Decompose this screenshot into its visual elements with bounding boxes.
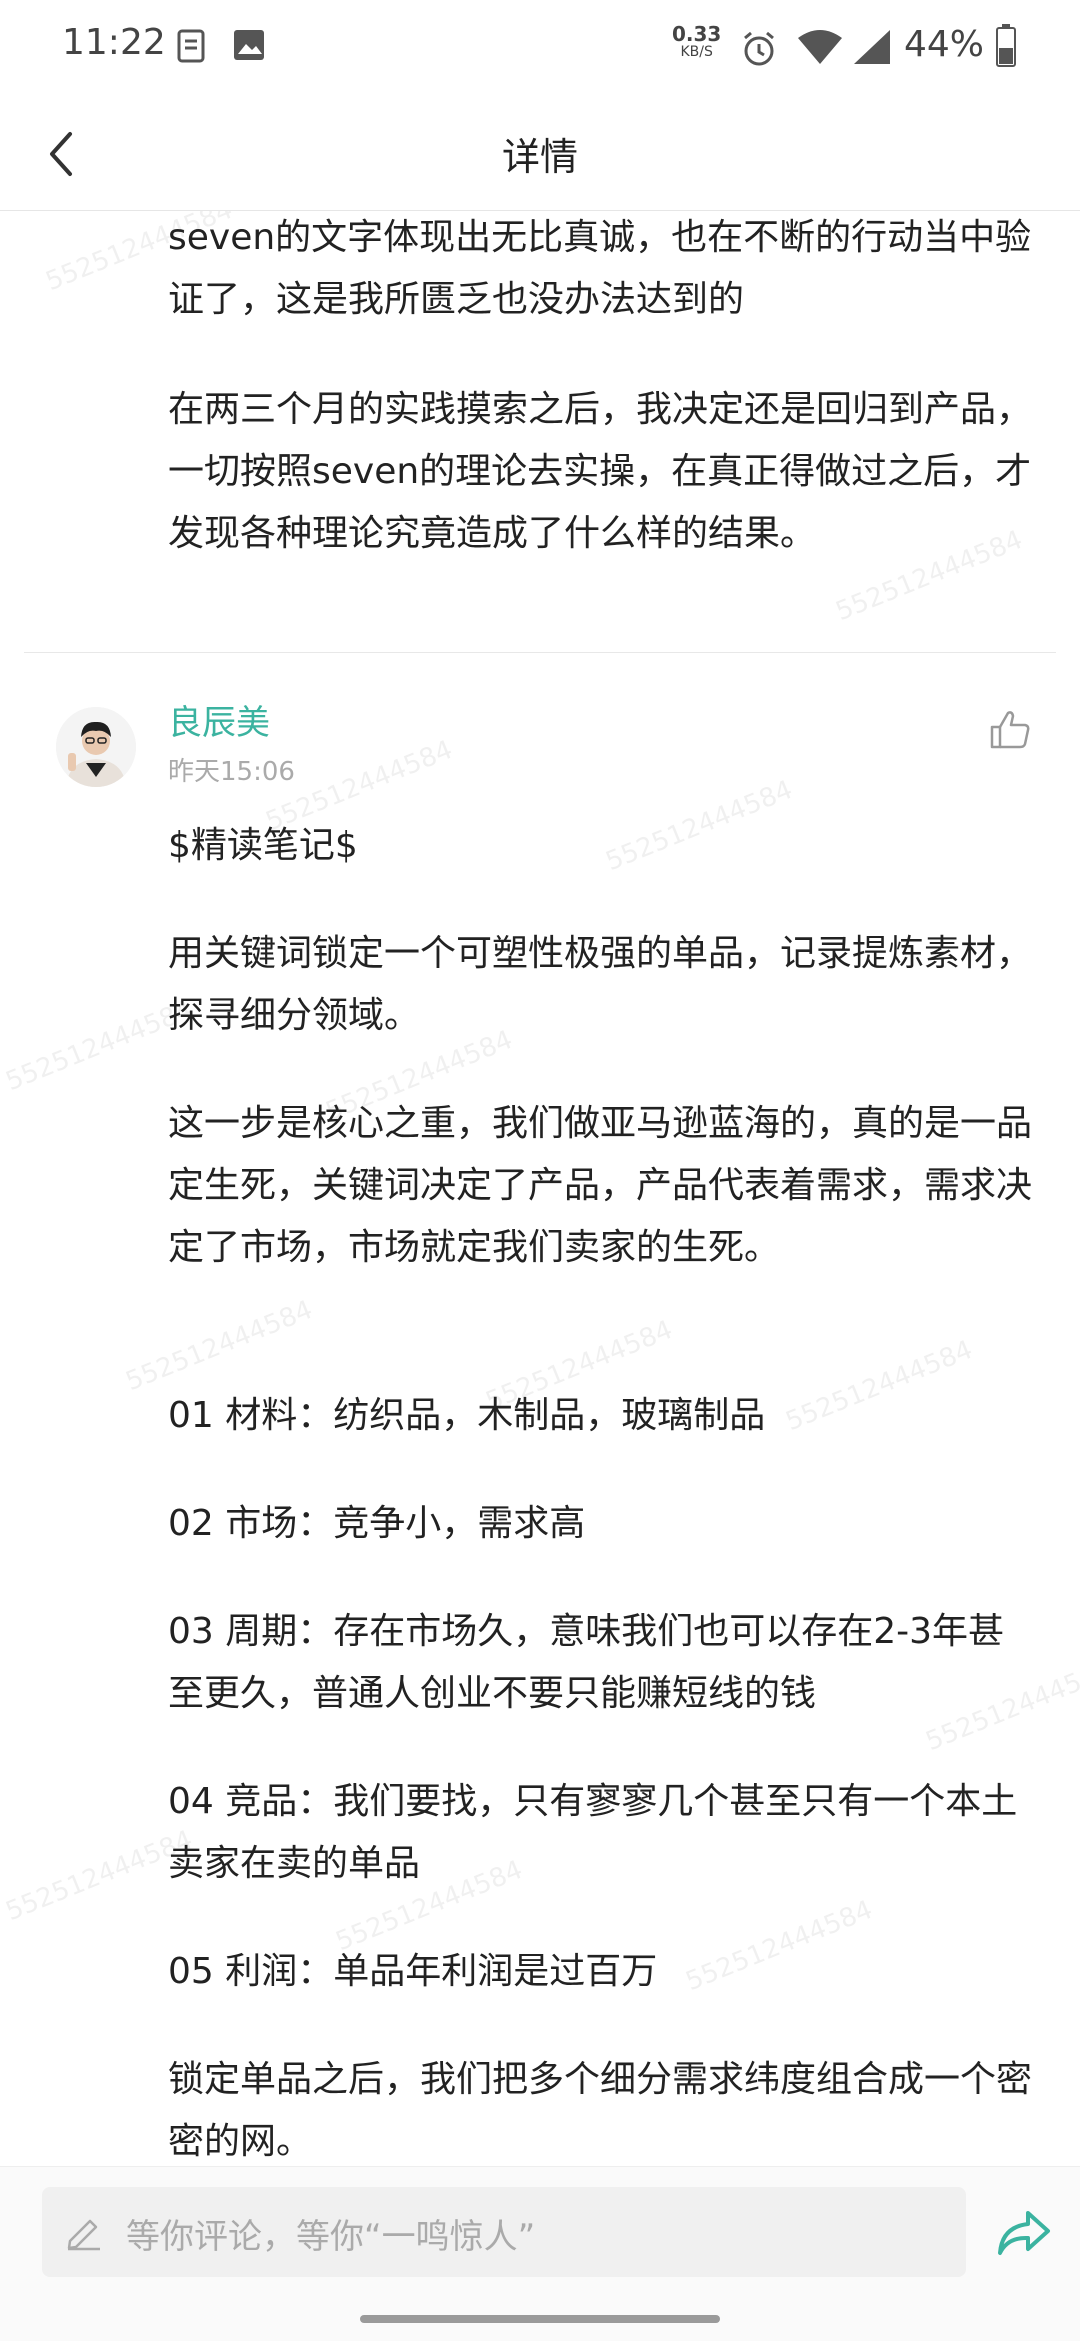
status-bar: 11:22 0.33 KB/S 44% [0,0,1080,96]
alarm-icon [744,31,774,66]
bottom-bar: 等你评论，等你“一鸣惊人” [0,2166,1080,2341]
speed-value: 0.33 [672,22,722,46]
comment-paragraph: 用关键词锁定一个可塑性极强的单品，记录提炼素材，探寻细分领域。 [168,933,1033,1036]
comment-paragraph: 04 竞品：我们要找，只有寥寥几个甚至只有一个本土卖家在卖的单品 [168,1781,1018,1884]
comment-paragraph: 01 材料：纺织品，木制品，玻璃制品 [168,1395,766,1436]
image-icon [234,30,264,60]
battery-icon [996,24,1016,67]
comment-paragraph: 03 周期：存在市场久，意味我们也可以存在2-3年甚至更久，普通人创业不要只能赚… [168,1611,1005,1714]
home-indicator[interactable] [360,2315,720,2323]
comment-input[interactable]: 等你评论，等你“一鸣惊人” [42,2187,966,2277]
wifi-icon [798,30,842,64]
battery-percentage: 44% [904,24,985,65]
watermark: 552512444584 [121,1294,317,1398]
comment-paragraph: $精读笔记$ [168,825,358,866]
status-time: 11:22 [62,22,166,63]
share-icon[interactable] [994,2205,1054,2261]
comment-time: 昨天15:06 [168,757,295,787]
header: 详情 [0,96,1080,211]
comment-paragraph: 这一步是核心之重，我们做亚马逊蓝海的，真的是一品定生死，关键词决定了产品，产品代… [168,1103,1033,1268]
avatar[interactable] [56,707,136,787]
comment-paragraph: 05 利润：单品年利润是过百万 [168,1951,658,1992]
comment-paragraph: 在两三个月的实践摸索之后，我决定还是回归到产品，一切按照seven的理论去实操，… [168,389,1033,554]
comment-content[interactable]: 552512444584 552512444584 552512444584 5… [0,211,1080,2165]
pen-icon [67,2219,100,2251]
speed-unit: KB/S [680,44,713,60]
comment-author[interactable]: 良辰美 [168,695,270,744]
document-icon [177,29,205,63]
page-title: 详情 [501,135,578,179]
thumbs-up-icon[interactable] [988,707,1032,751]
network-speed: 0.33 KB/S [672,24,721,60]
avatar-image [56,707,136,787]
signal-icon [854,30,890,64]
comment-paragraph: 02 市场：竞争小，需求高 [168,1503,586,1544]
comment-placeholder: 等你评论，等你“一鸣惊人” [126,2217,536,2257]
comment-paragraph: 锁定单品之后，我们把多个细分需求纬度组合成一个密密的网。 [168,2059,1033,2162]
comment-paragraph: seven的文字体现出无比真诚，也在不断的行动当中验证了，这是我所匮乏也没办法达… [168,217,1032,320]
divider [24,652,1056,653]
